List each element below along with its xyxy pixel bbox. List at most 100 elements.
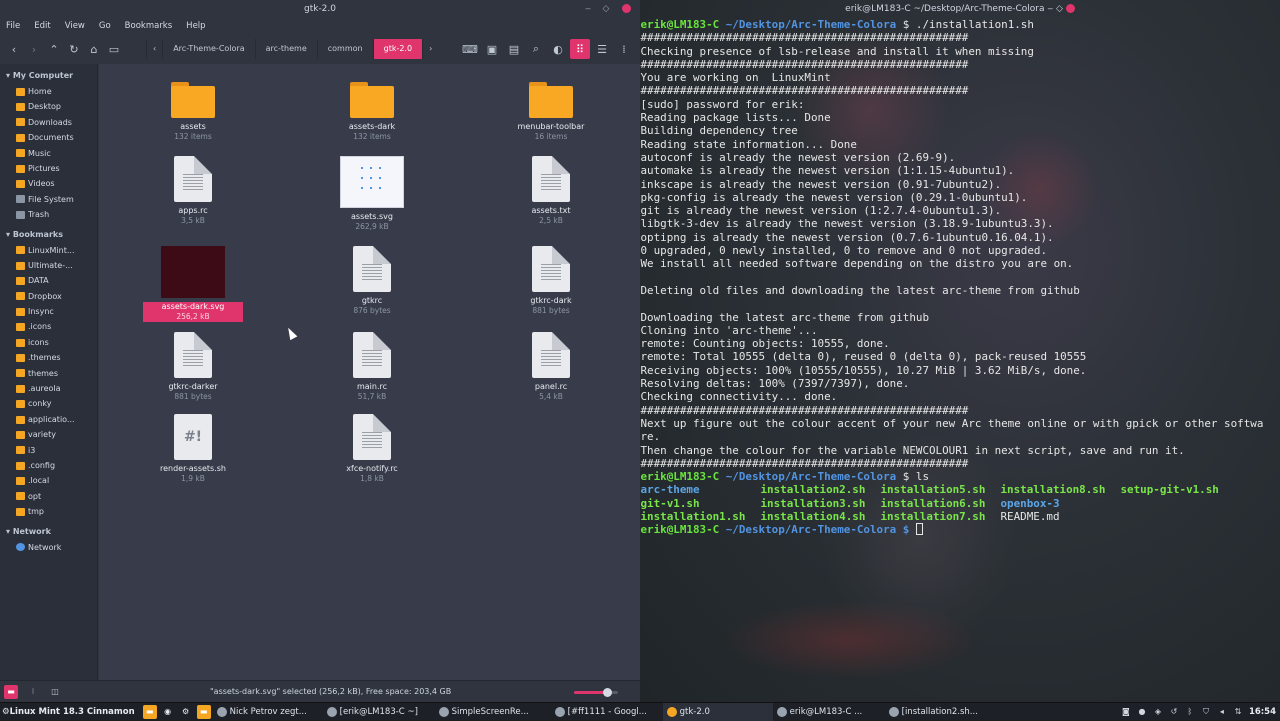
taskbar-window-button[interactable]: Nick Petrov zegt... [213,703,323,721]
compact-view-icon[interactable]: ⁞ [614,39,634,59]
sidebar-section-network[interactable]: ▾ Network [0,524,97,540]
app-launcher-icon[interactable]: ◉ [161,705,175,719]
menu-go[interactable]: Go [99,18,111,34]
file-item[interactable]: main.rc51,7 kB [322,332,422,402]
file-item[interactable]: gtkrc-dark881 bytes [501,246,601,316]
file-item[interactable]: assets132 items [143,76,243,142]
terminal-icon[interactable]: ⌨ [460,39,480,59]
taskbar-window-button[interactable]: erik@LM183-C ... [773,703,885,721]
menu-help[interactable]: Help [186,18,205,34]
terminal-titlebar[interactable]: erik@LM183-C ~/Desktop/Arc-Theme-Colora … [640,0,1280,18]
sidebar-item-config[interactable]: .config [0,458,97,473]
terminal-output[interactable]: erik@LM183-C ~/Desktop/Arc-Theme-Colora … [640,18,1280,537]
back-icon[interactable]: ‹ [4,39,24,59]
breadcrumb-right-arrow[interactable]: › [422,39,438,59]
breadcrumb-left-arrow[interactable]: ‹ [146,39,162,59]
menu-edit[interactable]: Edit [34,18,50,34]
breadcrumb-arc-theme[interactable]: arc-theme [255,39,317,59]
taskbar-window-button[interactable]: [#ff1111 - Googl... [551,703,663,721]
sidebar-item-desktop[interactable]: Desktop [0,99,97,114]
file-item[interactable]: gtkrc-darker881 bytes [143,332,243,402]
taskbar-window-button[interactable]: gtk-2.0 [663,703,773,721]
sidebar-item-themes[interactable]: themes [0,366,97,381]
sidebar-item-tmp[interactable]: tmp [0,504,97,519]
zoom-slider-knob[interactable] [603,688,612,697]
close-button[interactable] [1066,4,1075,14]
taskbar-window-button[interactable]: [installation2.sh... [885,703,997,721]
sidebar-item-data[interactable]: DATA [0,273,97,288]
menu-file[interactable]: File [6,18,20,34]
screenshot-icon[interactable]: ◙ [1121,707,1131,717]
sidebar-item-linuxmint[interactable]: LinuxMint... [0,243,97,258]
file-item[interactable]: assets-dark.svg256,2 kB [143,246,243,322]
sidebar-item-music[interactable]: Music [0,146,97,161]
sidebar-item-pictures[interactable]: Pictures [0,161,97,176]
sidebar-item-home[interactable]: Home [0,84,97,99]
breadcrumb-arc-theme-colora[interactable]: Arc-Theme-Colora [162,39,254,59]
sidebar-item-videos[interactable]: Videos [0,176,97,191]
sidebar-item-insync[interactable]: Insync [0,304,97,319]
sidebar-item-icons[interactable]: .icons [0,319,97,334]
new-folder-icon[interactable]: ▤ [504,39,524,59]
menu-view[interactable]: View [65,18,85,34]
sidebar-section-bookmarks[interactable]: ▾ Bookmarks [0,227,97,243]
file-item[interactable]: panel.rc5,4 kB [501,332,601,402]
list-view-icon[interactable]: ☰ [592,39,612,59]
file-item[interactable]: assets-dark132 items [322,76,422,142]
file-item[interactable]: menubar-toolbar16 items [501,76,601,142]
terminal-window[interactable]: erik@LM183-C ~/Desktop/Arc-Theme-Colora … [640,0,1280,702]
network-icon[interactable]: ⇅ [1233,707,1243,717]
zoom-slider[interactable] [574,691,618,694]
toggle-icon[interactable]: ◐ [548,39,568,59]
volume-icon[interactable]: ◂ [1217,707,1227,717]
dropbox-icon[interactable]: ◈ [1153,707,1163,717]
start-menu-button[interactable]: ⚙Linux Mint 18.3 Cinnamon [0,707,141,717]
file-item[interactable]: #!render-assets.sh1,9 kB [143,414,243,484]
sync-icon[interactable]: ↺ [1169,707,1179,717]
sidebar-item-applicatio[interactable]: applicatio... [0,412,97,427]
sidebar-item-icons[interactable]: icons [0,335,97,350]
file-item[interactable]: gtkrc876 bytes [322,246,422,316]
breadcrumb-common[interactable]: common [317,39,373,59]
sidebar-item-trash[interactable]: Trash [0,207,97,222]
reload-icon[interactable]: ↻ [64,39,84,59]
breadcrumb-gtk-2[interactable]: gtk-2.0 [373,39,422,59]
tree-toggle-icon[interactable]: ⁝ [26,685,40,699]
sidebar-item-ultimate[interactable]: Ultimate-... [0,258,97,273]
record-icon[interactable]: ● [1137,707,1147,717]
computer-icon[interactable]: ▭ [104,39,124,59]
shield-icon[interactable]: ⛉ [1201,707,1211,717]
sidebar-item-downloads[interactable]: Downloads [0,115,97,130]
sidebar-item-opt[interactable]: opt [0,489,97,504]
menu-bookmarks[interactable]: Bookmarks [125,18,173,34]
file-item[interactable]: xfce-notify.rc1,8 kB [322,414,422,484]
clock[interactable]: 16:54 [1249,707,1276,717]
hide-sidebar-icon[interactable]: ◫ [48,685,62,699]
maximize-button[interactable]: ◇ [598,0,614,18]
minimize-button[interactable]: ‒ [1047,4,1053,14]
search-icon[interactable]: ⌕ [526,39,546,59]
sidebar-section-my-computer[interactable]: ▾ My Computer [0,68,97,84]
file-item[interactable]: assets.svg262,9 kB [322,156,422,232]
home-icon[interactable]: ⌂ [84,39,104,59]
bluetooth-icon[interactable]: ᛒ [1185,707,1195,717]
icon-view-icon[interactable]: ⠿ [570,39,590,59]
sidebar-item-local[interactable]: .local [0,473,97,488]
file-item[interactable]: assets.txt2,5 kB [501,156,601,226]
folder-launcher-icon[interactable]: ▬ [197,705,211,719]
maximize-button[interactable]: ◇ [1056,4,1063,14]
sidebar-item-documents[interactable]: Documents [0,130,97,145]
sidebar-item-dropbox[interactable]: Dropbox [0,289,97,304]
location-icon[interactable]: ▣ [482,39,502,59]
forward-icon[interactable]: › [24,39,44,59]
places-toggle-icon[interactable]: ▬ [4,685,18,699]
sidebar-item-i3[interactable]: i3 [0,443,97,458]
file-item[interactable]: apps.rc3,5 kB [143,156,243,226]
sidebar-item-file-system[interactable]: File System [0,192,97,207]
sidebar-item-conky[interactable]: conky [0,396,97,411]
taskbar-window-button[interactable]: SimpleScreenRe... [435,703,551,721]
window-titlebar[interactable]: gtk-2.0 ‒ ◇ [0,0,640,18]
files-launcher-icon[interactable]: ▬ [143,705,157,719]
close-button[interactable] [618,0,634,18]
sidebar-item-aureola[interactable]: .aureola [0,381,97,396]
